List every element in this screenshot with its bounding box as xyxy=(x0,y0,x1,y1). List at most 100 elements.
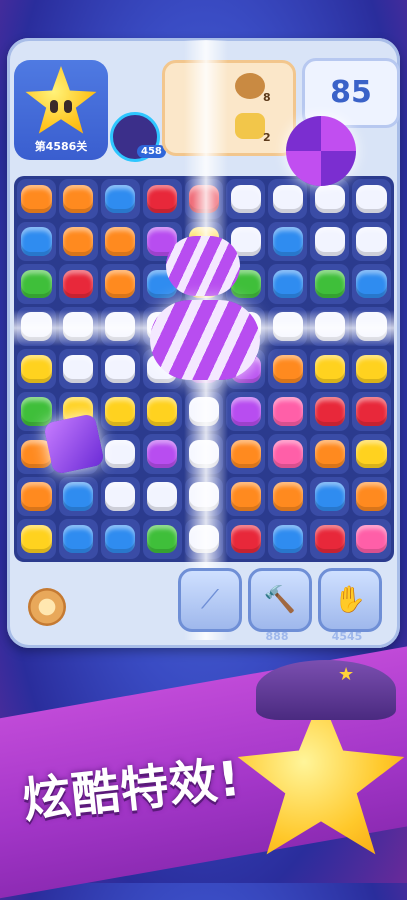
board-cell[interactable] xyxy=(226,179,266,219)
board-cell[interactable] xyxy=(268,179,308,219)
board-cell[interactable] xyxy=(100,221,140,262)
board-cell[interactable] xyxy=(352,476,391,517)
board-cell[interactable] xyxy=(352,221,391,262)
glove-icon: ✋ xyxy=(333,585,367,615)
board-cell[interactable] xyxy=(58,179,98,219)
board-cell[interactable] xyxy=(268,264,308,304)
purple-candy-icon xyxy=(146,439,178,469)
yellow-candy-icon xyxy=(21,354,52,384)
board-cell[interactable] xyxy=(58,519,98,559)
board-cell[interactable] xyxy=(17,476,56,517)
board-cell[interactable] xyxy=(268,221,308,262)
almond-candy-icon xyxy=(235,73,265,99)
blue-candy-icon xyxy=(356,269,387,299)
board-cell[interactable] xyxy=(310,476,350,517)
board-cell[interactable] xyxy=(17,519,56,559)
blue-candy-icon xyxy=(105,184,136,213)
red-candy-icon xyxy=(314,524,345,554)
board-cell[interactable] xyxy=(268,519,308,559)
purple-candy-icon xyxy=(230,397,262,426)
board-cell[interactable] xyxy=(17,264,56,304)
board-cell[interactable] xyxy=(58,349,98,389)
board-cell[interactable] xyxy=(58,264,98,304)
board-cell[interactable] xyxy=(268,476,308,517)
booster-glove[interactable]: ✋ xyxy=(318,568,382,632)
board-cell[interactable] xyxy=(17,349,56,389)
white-candy-icon xyxy=(230,184,262,213)
board-cell[interactable] xyxy=(310,519,350,559)
board-cell[interactable] xyxy=(100,519,140,559)
board-cell[interactable] xyxy=(310,349,350,389)
striped-candy-icon xyxy=(166,236,240,296)
board-cell[interactable] xyxy=(352,519,391,559)
pink-candy-icon xyxy=(272,397,303,426)
board-cell[interactable] xyxy=(310,391,350,432)
orange-candy-icon xyxy=(63,227,94,256)
board-cell[interactable] xyxy=(226,476,266,517)
white-candy-icon xyxy=(105,439,136,469)
yellow-candy-icon xyxy=(314,354,345,384)
board-cell[interactable] xyxy=(142,519,182,559)
board-cell[interactable] xyxy=(268,434,308,474)
hammer-count: 888 xyxy=(265,630,289,643)
board-cell[interactable] xyxy=(268,391,308,432)
white-candy-icon xyxy=(105,482,136,511)
hat-star-icon: ★ xyxy=(338,664,355,685)
green-candy-icon xyxy=(21,269,52,299)
blue-candy-icon xyxy=(272,227,303,256)
yellow-candy-icon xyxy=(356,439,387,469)
board-cell[interactable] xyxy=(100,264,140,304)
blue-candy-icon xyxy=(272,269,303,299)
magic-wand-icon: ⟋ xyxy=(200,584,220,615)
board-cell[interactable] xyxy=(352,179,391,219)
star-character-icon xyxy=(237,696,405,855)
red-candy-icon xyxy=(356,397,387,426)
pink-candy-icon xyxy=(272,439,303,469)
board-cell[interactable] xyxy=(100,179,140,219)
board-cell[interactable] xyxy=(352,391,391,432)
board-cell[interactable] xyxy=(226,519,266,559)
witch-star-mascot: ★ xyxy=(226,660,406,860)
board-cell[interactable] xyxy=(17,221,56,262)
board-cell[interactable] xyxy=(142,476,182,517)
board-cell[interactable] xyxy=(310,221,350,262)
board-cell[interactable] xyxy=(352,264,391,304)
white-candy-icon xyxy=(314,227,345,256)
settings-gear-icon[interactable] xyxy=(28,588,66,626)
white-candy-icon xyxy=(146,482,178,511)
red-candy-icon xyxy=(230,524,262,554)
board-cell[interactable] xyxy=(100,476,140,517)
board-cell[interactable] xyxy=(142,391,182,432)
board-cell[interactable] xyxy=(310,264,350,304)
board-cell[interactable] xyxy=(352,434,391,474)
goals-panel: 8 2 xyxy=(162,60,296,156)
board-cell[interactable] xyxy=(58,221,98,262)
board-cell[interactable] xyxy=(268,349,308,389)
white-candy-icon xyxy=(105,354,136,384)
board-cell[interactable] xyxy=(58,476,98,517)
board-cell[interactable] xyxy=(310,434,350,474)
orange-candy-icon xyxy=(105,269,136,299)
board-cell[interactable] xyxy=(226,391,266,432)
orange-candy-icon xyxy=(63,184,94,213)
orange-candy-icon xyxy=(230,482,262,511)
booster-magic-wand[interactable]: ⟋ xyxy=(178,568,242,632)
green-candy-icon xyxy=(146,524,178,554)
level-badge: 第4586关 xyxy=(14,60,108,160)
board-cell[interactable] xyxy=(226,434,266,474)
yellow-candy-icon xyxy=(105,397,136,426)
hammer-icon: 🔨 xyxy=(263,585,297,615)
board-cell[interactable] xyxy=(352,349,391,389)
board-cell[interactable] xyxy=(100,391,140,432)
yellow-candy-icon xyxy=(146,397,178,426)
board-cell[interactable] xyxy=(142,179,182,219)
board-cell[interactable] xyxy=(100,434,140,474)
orange-candy-icon xyxy=(21,184,52,213)
board-cell[interactable] xyxy=(17,179,56,219)
board-cell[interactable] xyxy=(142,434,182,474)
booster-hammer[interactable]: 🔨 xyxy=(248,568,312,632)
pink-candy-icon xyxy=(356,524,387,554)
yellow-candy-icon xyxy=(21,524,52,554)
board-cell[interactable] xyxy=(100,349,140,389)
green-candy-icon xyxy=(314,269,345,299)
